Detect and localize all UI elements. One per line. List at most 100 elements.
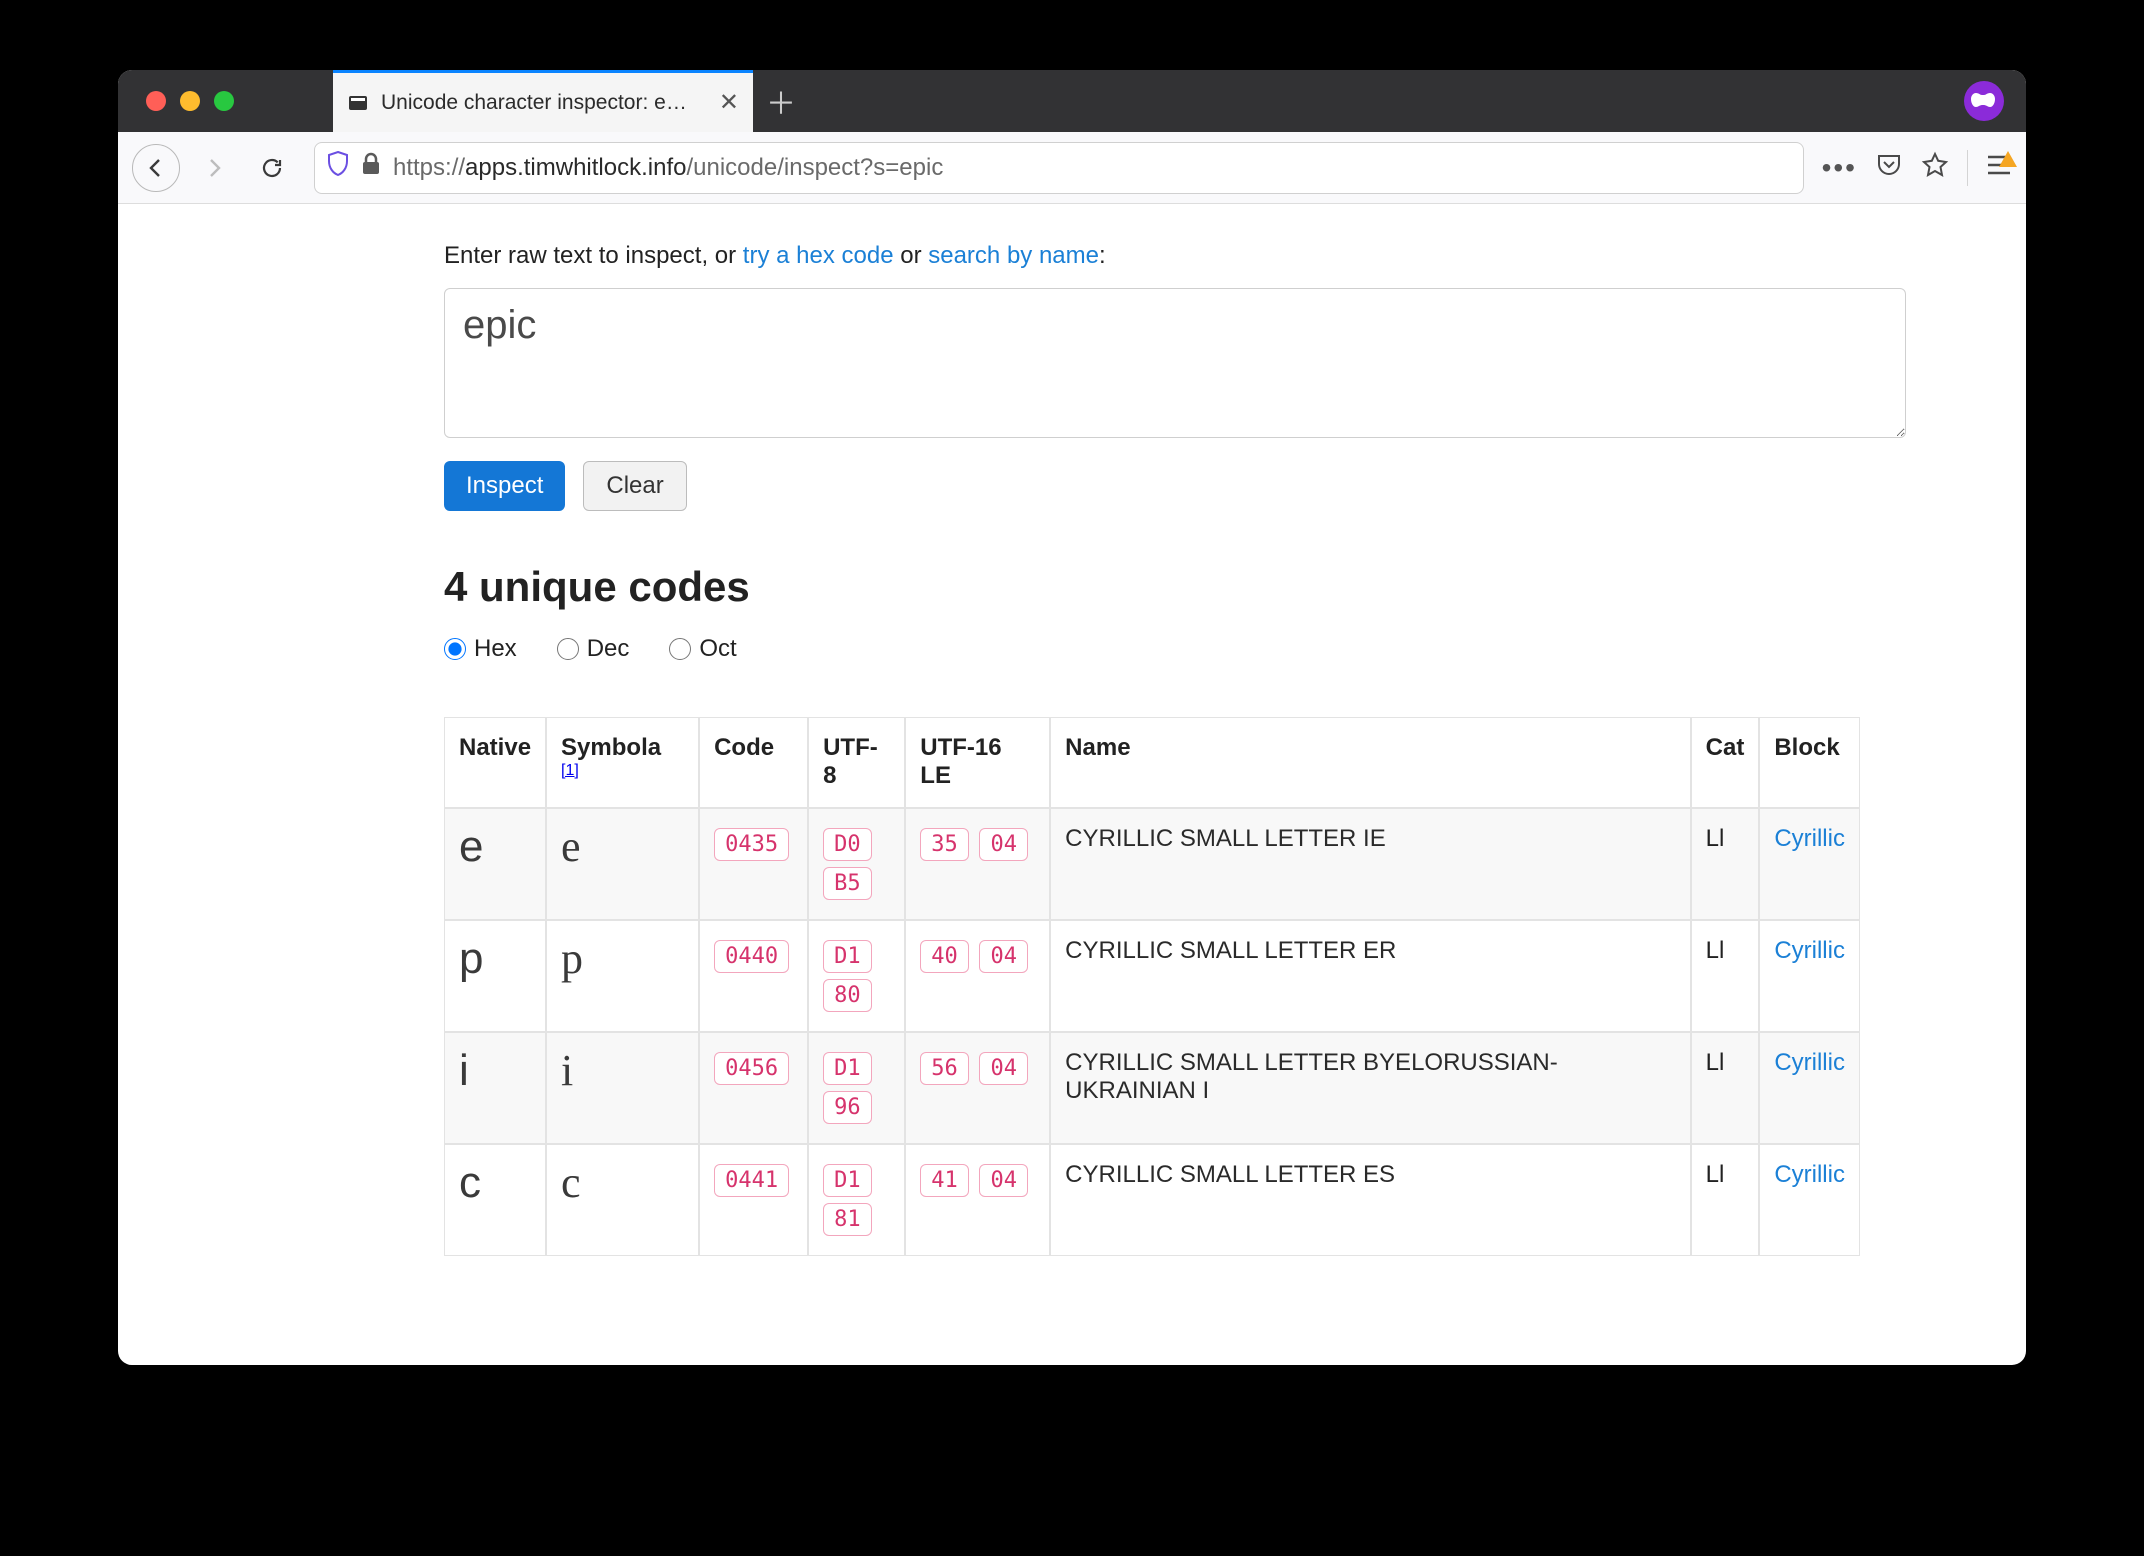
- url-host: apps.timwhitlock.info: [465, 154, 686, 181]
- cell-symbola: і: [546, 1032, 699, 1144]
- cell-symbola: е: [546, 808, 699, 920]
- col-block: Block: [1759, 717, 1860, 808]
- col-cat: Cat: [1691, 717, 1760, 808]
- col-code: Code: [699, 717, 808, 808]
- cell-code: 0456: [699, 1032, 808, 1144]
- minimize-window-button[interactable]: [180, 91, 200, 111]
- browser-window: Unicode character inspector: e… ✕ ＋ http…: [118, 70, 2026, 1365]
- tab-favicon-icon: [347, 92, 369, 114]
- page-content: Enter raw text to inspect, or try a hex …: [118, 204, 2026, 1256]
- cell-utf16: 41 04: [905, 1144, 1050, 1256]
- block-link[interactable]: Cyrillic: [1774, 937, 1845, 964]
- pocket-icon[interactable]: [1875, 151, 1903, 184]
- tab-strip: Unicode character inspector: e… ✕ ＋: [118, 70, 2026, 132]
- intro-prefix: Enter raw text to inspect, or: [444, 242, 743, 269]
- cell-utf8: D180: [808, 920, 905, 1032]
- intro-suffix: :: [1099, 242, 1106, 269]
- radix-hex[interactable]: Hex: [444, 635, 517, 663]
- radix-dec-radio[interactable]: [557, 638, 579, 660]
- table-row: ее0435D0B535 04CYRILLIC SMALL LETTER IEL…: [444, 808, 1860, 920]
- col-symbola: Symbola [1]: [546, 717, 699, 808]
- url-scheme: https://: [393, 154, 465, 181]
- cell-native: р: [444, 920, 546, 1032]
- block-link[interactable]: Cyrillic: [1774, 825, 1845, 852]
- forward-button[interactable]: [190, 144, 238, 192]
- cell-utf8: D181: [808, 1144, 905, 1256]
- cell-block: Cyrillic: [1759, 1032, 1860, 1144]
- cell-symbola: р: [546, 920, 699, 1032]
- radix-hex-label: Hex: [474, 635, 517, 663]
- clear-button[interactable]: Clear: [583, 461, 686, 511]
- search-name-link[interactable]: search by name: [928, 242, 1099, 269]
- navigation-toolbar: https://apps.timwhitlock.info/unicode/in…: [118, 132, 2026, 204]
- cell-cat: Ll: [1691, 920, 1760, 1032]
- url-text[interactable]: https://apps.timwhitlock.info/unicode/in…: [393, 154, 1791, 182]
- radix-dec-label: Dec: [587, 635, 630, 663]
- cell-name: CYRILLIC SMALL LETTER IE: [1050, 808, 1690, 920]
- radix-oct-radio[interactable]: [669, 638, 691, 660]
- zoom-window-button[interactable]: [214, 91, 234, 111]
- cell-code: 0435: [699, 808, 808, 920]
- cell-code: 0441: [699, 1144, 808, 1256]
- private-browsing-icon[interactable]: [1964, 81, 2004, 121]
- cell-utf8: D0B5: [808, 808, 905, 920]
- bookmark-star-icon[interactable]: [1921, 151, 1949, 184]
- close-window-button[interactable]: [146, 91, 166, 111]
- cell-native: с: [444, 1144, 546, 1256]
- result-heading: 4 unique codes: [444, 563, 1914, 611]
- reload-button[interactable]: [248, 144, 296, 192]
- block-link[interactable]: Cyrillic: [1774, 1161, 1845, 1188]
- cell-name: CYRILLIC SMALL LETTER ES: [1050, 1144, 1690, 1256]
- cell-block: Cyrillic: [1759, 1144, 1860, 1256]
- try-hex-link[interactable]: try a hex code: [743, 242, 894, 269]
- address-bar[interactable]: https://apps.timwhitlock.info/unicode/in…: [314, 142, 1804, 194]
- symbola-ref-link[interactable]: [1]: [561, 762, 579, 779]
- cell-utf16: 35 04: [905, 808, 1050, 920]
- radix-oct[interactable]: Oct: [669, 635, 736, 663]
- cell-code: 0440: [699, 920, 808, 1032]
- radix-selector: Hex Dec Oct: [444, 635, 1914, 663]
- new-tab-button[interactable]: ＋: [753, 70, 809, 132]
- back-button[interactable]: [132, 144, 180, 192]
- window-controls: [118, 70, 333, 132]
- app-menu-button[interactable]: [1986, 154, 2012, 181]
- col-utf8: UTF-8: [808, 717, 905, 808]
- block-link[interactable]: Cyrillic: [1774, 1049, 1845, 1076]
- inspect-textarea[interactable]: [444, 288, 1906, 438]
- browser-tab[interactable]: Unicode character inspector: e… ✕: [333, 70, 753, 132]
- table-row: іі0456D19656 04CYRILLIC SMALL LETTER BYE…: [444, 1032, 1860, 1144]
- tab-close-icon[interactable]: ✕: [719, 88, 739, 117]
- cell-utf8: D196: [808, 1032, 905, 1144]
- page-actions-icon[interactable]: •••: [1822, 152, 1857, 184]
- col-native: Native: [444, 717, 546, 808]
- codes-table: Native Symbola [1] Code UTF-8 UTF-16 LE …: [444, 717, 1860, 1256]
- col-name: Name: [1050, 717, 1690, 808]
- cell-utf16: 56 04: [905, 1032, 1050, 1144]
- cell-cat: Ll: [1691, 1032, 1760, 1144]
- cell-name: CYRILLIC SMALL LETTER BYELORUSSIAN-UKRAI…: [1050, 1032, 1690, 1144]
- cell-block: Cyrillic: [1759, 808, 1860, 920]
- lock-icon[interactable]: [361, 152, 381, 183]
- cell-block: Cyrillic: [1759, 920, 1860, 1032]
- table-header-row: Native Symbola [1] Code UTF-8 UTF-16 LE …: [444, 717, 1860, 808]
- cell-cat: Ll: [1691, 1144, 1760, 1256]
- tab-title: Unicode character inspector: e…: [381, 91, 707, 115]
- radix-hex-radio[interactable]: [444, 638, 466, 660]
- table-row: рр0440D18040 04CYRILLIC SMALL LETTER ERL…: [444, 920, 1860, 1032]
- tracking-shield-icon[interactable]: [327, 151, 349, 184]
- inspect-button[interactable]: Inspect: [444, 461, 565, 511]
- radix-oct-label: Oct: [699, 635, 736, 663]
- toolbar-right-group: •••: [1822, 150, 2012, 186]
- intro-text: Enter raw text to inspect, or try a hex …: [444, 242, 1914, 270]
- cell-name: CYRILLIC SMALL LETTER ER: [1050, 920, 1690, 1032]
- cell-symbola: с: [546, 1144, 699, 1256]
- cell-native: і: [444, 1032, 546, 1144]
- menu-warning-icon: [1999, 151, 2017, 167]
- radix-dec[interactable]: Dec: [557, 635, 630, 663]
- cell-utf16: 40 04: [905, 920, 1050, 1032]
- toolbar-divider: [1967, 150, 1968, 186]
- url-path: /unicode/inspect?s=epic: [686, 154, 943, 181]
- cell-native: е: [444, 808, 546, 920]
- table-row: сс0441D18141 04CYRILLIC SMALL LETTER ESL…: [444, 1144, 1860, 1256]
- col-utf16: UTF-16 LE: [905, 717, 1050, 808]
